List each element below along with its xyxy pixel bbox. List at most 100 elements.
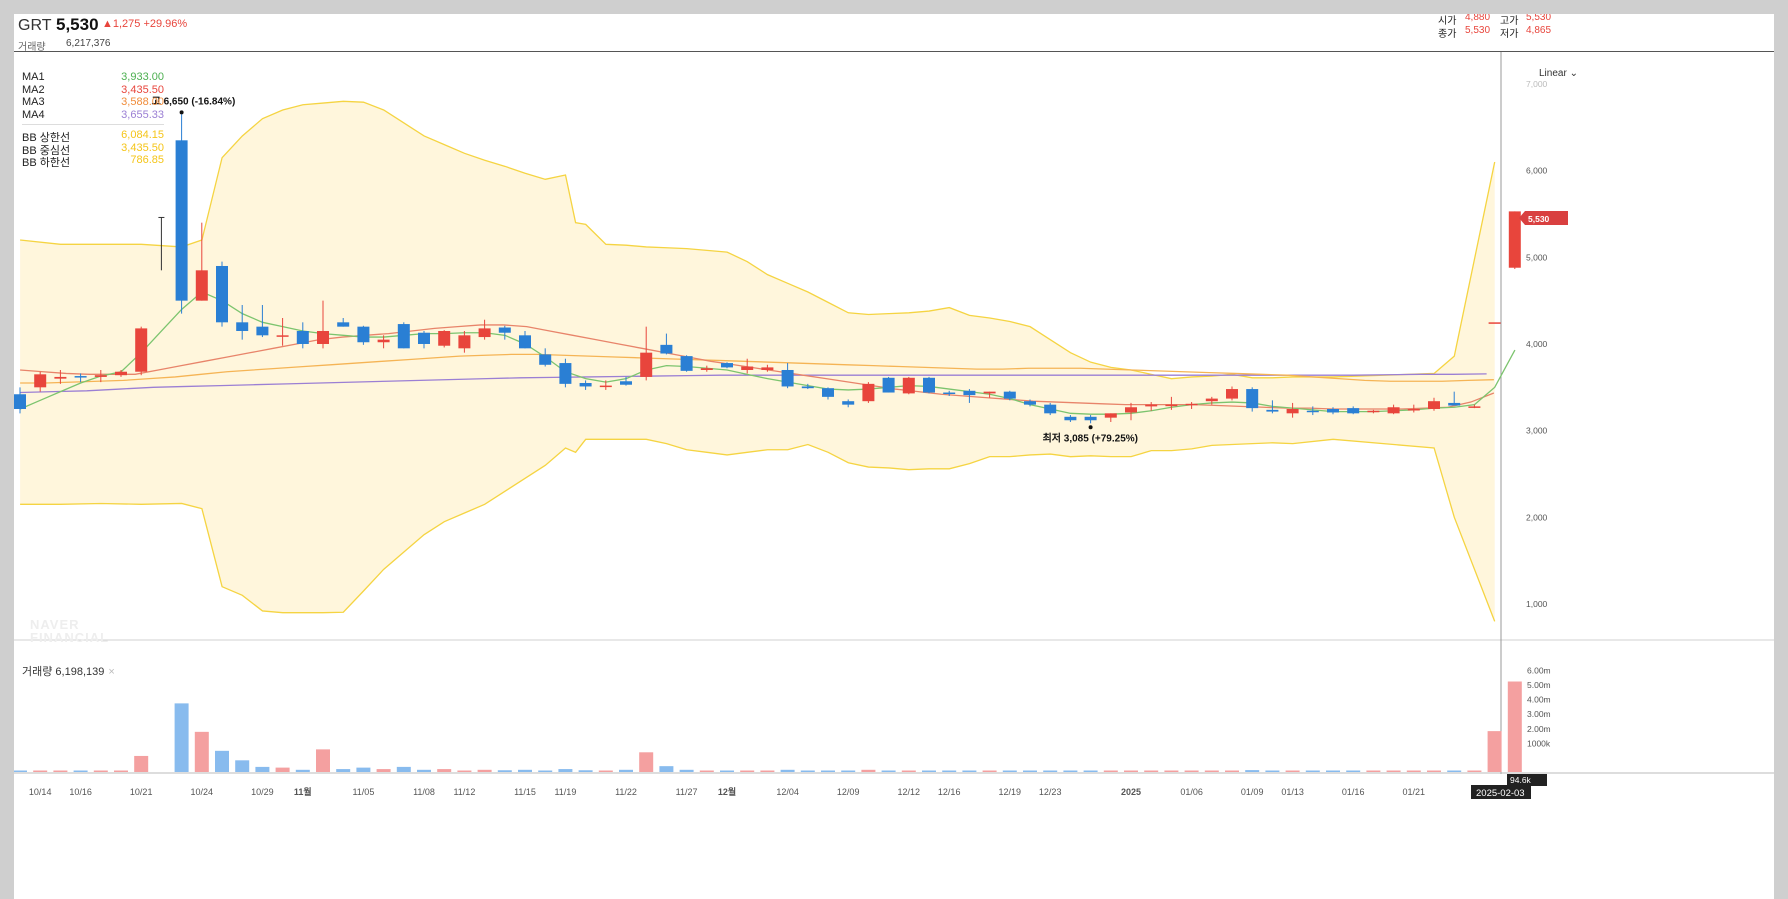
volume-bar [255,766,270,772]
date-axis-tick: 01/06 [1180,787,1203,797]
volume-bar [194,731,209,772]
volume-bar [1406,770,1421,772]
volume-bar [821,770,835,772]
volume-axis-tick: 6.00m [1527,665,1551,675]
candle-body [1205,398,1218,402]
volume-bar [659,766,674,772]
candle-body [1044,404,1057,414]
volume-axis-tick: 5.00m [1527,680,1551,690]
date-axis-tick: 01/16 [1342,787,1365,797]
legend-row[interactable]: MA3 3,588.00 [22,96,164,109]
volume-axis-tick: 2.00m [1527,724,1551,734]
volume-bar [1083,770,1098,772]
candle-body [1407,408,1420,411]
volume-bar [1467,770,1482,772]
candle-body [418,332,430,344]
volume-bar [73,770,88,772]
volume-bar [1447,770,1462,772]
volume-bar [33,770,48,772]
volume-bar [780,769,795,772]
candle-body [34,374,47,388]
volume-bar [518,769,532,772]
volume-bar [578,770,593,772]
candle-body [317,330,329,344]
scale-mode-dropdown[interactable]: Linear ⌄ [1539,68,1578,79]
low-marker [1088,425,1093,430]
legend-row[interactable]: MA4 3,655.33 [22,109,164,122]
candle-body [1266,409,1279,412]
candle-body [1448,402,1461,406]
candle-body [1145,404,1158,407]
candle-body [539,354,552,365]
price-axis-tick: 3,000 [1526,426,1548,436]
volume-bar [93,770,108,772]
volume-bar [1124,770,1138,772]
volume-bar [1204,770,1219,772]
volume-bar [841,770,856,772]
high-annotation: 고 6,650 (-16.84%) [152,95,236,107]
volume-bar [619,769,633,772]
price-axis-tick: 5,000 [1526,252,1548,262]
candle-body [236,322,249,331]
candle-body [579,382,592,387]
date-axis-tick: 12/19 [999,787,1022,797]
candle-body [680,356,693,371]
legend-row[interactable]: MA2 3,435.50 [22,84,164,97]
legend-row[interactable]: BB 하한선 786.85 [22,154,164,169]
volume-bar [982,770,997,772]
date-axis-tick: 11/15 [514,787,536,797]
high-marker [179,110,184,115]
chart-frame: GRT 5,530 ▲1,275 +29.96% 거래량 6,217,376 시… [14,14,1774,899]
close-icon[interactable]: × [108,666,114,678]
candle-body [1327,408,1339,413]
legend-row[interactable]: BB 중심선 3,435.50 [22,142,164,157]
candle-body [1226,389,1238,399]
candle-body [1165,404,1178,407]
volume-bar [1487,731,1502,772]
legend-name: MA2 [22,83,45,96]
volume-bar [295,769,310,772]
candle-body [660,344,673,354]
candle-body [458,335,471,349]
legend-row[interactable]: BB 상한선 6,084.15 [22,129,164,144]
scale-mode-label: Linear [1539,68,1567,79]
legend-separator [22,124,164,125]
candle-body [1508,211,1521,268]
volume-bar [457,770,472,772]
volume-bar [1023,770,1037,772]
price-tag-text: 5,530 [1528,214,1550,224]
legend-name: MA3 [22,96,45,108]
volume-bar [215,750,229,772]
volume-bar [1063,770,1078,772]
candle-body [357,326,370,343]
date-axis-tick: 10/21 [130,787,153,797]
price-chart-svg[interactable]: 1,000 2,000 3,000 4,000 5,000 6,000 7,000 1000k… [14,14,1774,899]
legend-value: 3,655.33 [121,108,164,121]
volume-bar [376,769,391,772]
volume-pane-title: 거래량 6,198,139 × [22,663,115,679]
candle-body [256,326,269,336]
volume-bar [942,770,957,772]
volume-bar [1164,770,1179,772]
volume-bar [740,770,755,772]
candle-body [498,327,511,333]
candle-body [1084,416,1097,421]
candle-body [74,376,87,378]
price-axis-tick: 2,000 [1526,512,1548,522]
volume-bar [558,769,573,772]
volume-bar [14,770,27,772]
date-axis-tick: 12월 [718,786,736,797]
legend-value: 3,588.00 [121,96,164,108]
candle-body [620,381,632,385]
date-axis-tick: 01/13 [1281,787,1304,797]
volume-bar [699,770,714,772]
volume-bar [134,755,149,772]
date-axis-tick: 11/22 [615,787,637,797]
volume-bar [639,752,654,772]
volume-bar [720,770,734,772]
candle-body [862,383,875,402]
candle-body [1306,410,1319,413]
price-axis-tick: 4,000 [1526,339,1548,349]
legend-row[interactable]: MA1 3,933.00 [22,71,164,84]
legend-value: 786.85 [130,154,164,166]
